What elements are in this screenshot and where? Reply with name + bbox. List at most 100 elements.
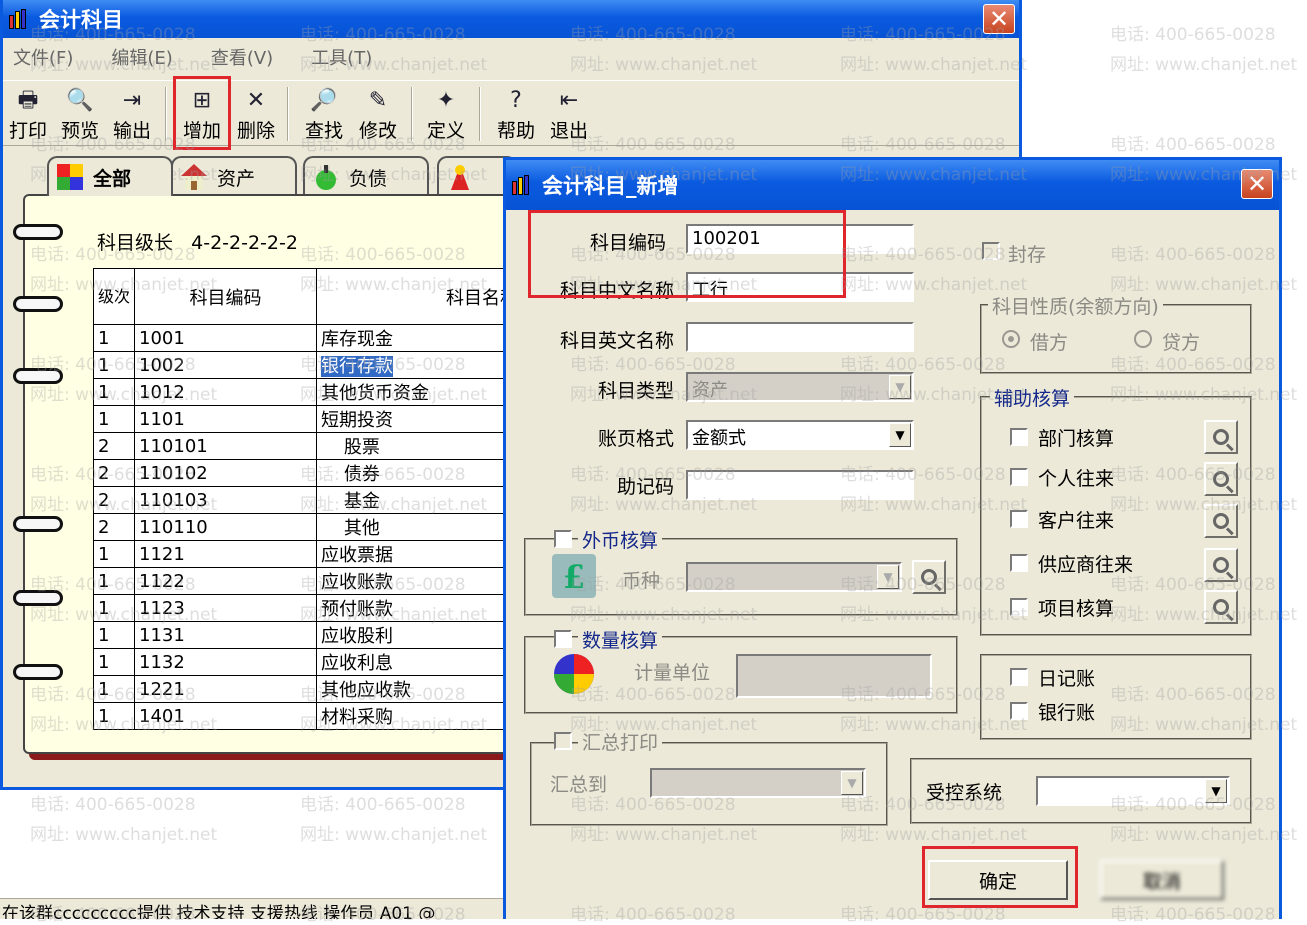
preview-icon: 🔍 xyxy=(66,88,94,113)
mnemonic-input[interactable] xyxy=(686,470,914,500)
format-select[interactable]: 金额式 ▼ xyxy=(686,420,914,450)
main-titlebar: 会计科目 ✕ xyxy=(3,0,1019,38)
summary-to-label: 汇总到 xyxy=(550,774,608,796)
summary-checkbox[interactable] xyxy=(554,732,572,750)
menu-file[interactable]: 文件(F) xyxy=(13,44,73,70)
bank-journal-checkbox[interactable] xyxy=(1010,702,1028,720)
table-row[interactable]: 1 1122 应收账款 xyxy=(92,567,523,595)
table-row[interactable]: 2 110101 股票 xyxy=(92,432,523,460)
table-cell-name: 库存现金 xyxy=(316,324,523,352)
table-row[interactable]: 1 1001 库存现金 xyxy=(92,324,523,352)
table-row[interactable]: 2 110102 债券 xyxy=(92,459,523,487)
controlled-label: 受控系统 xyxy=(926,782,1003,804)
binder-ring xyxy=(13,516,63,532)
table-row[interactable]: 2 110110 其他 xyxy=(92,513,523,541)
personal-checkbox[interactable] xyxy=(1010,468,1028,486)
menu-tools[interactable]: 工具(T) xyxy=(311,44,372,70)
delete-button[interactable]: ✕ 删除 xyxy=(231,85,281,143)
chevron-down-icon[interactable]: ▼ xyxy=(889,375,911,399)
dept-checkbox[interactable] xyxy=(1010,428,1028,446)
mnemonic-label: 助记码 xyxy=(616,476,674,498)
define-button[interactable]: ✦ 定义 xyxy=(421,85,471,143)
en-name-input[interactable] xyxy=(686,322,914,352)
credit-radio[interactable] xyxy=(1134,330,1152,348)
apple-icon xyxy=(316,165,336,190)
fx-checkbox[interactable] xyxy=(554,530,572,548)
currency-select[interactable]: ▼ xyxy=(686,562,902,592)
tab-all[interactable]: 全部 xyxy=(47,156,173,196)
sealed-checkbox[interactable] xyxy=(982,242,1000,260)
currency-search-button[interactable] xyxy=(912,560,946,594)
customer-checkbox[interactable] xyxy=(1010,510,1028,528)
edit-button[interactable]: ✎ 修改 xyxy=(353,85,403,143)
binder-ring xyxy=(13,664,63,680)
dialog-close-button[interactable]: ✕ xyxy=(1241,169,1273,199)
help-button[interactable]: ? 帮助 xyxy=(491,85,541,143)
pound-icon: £ xyxy=(552,554,596,598)
controlled-select[interactable]: ▼ xyxy=(1036,776,1230,806)
debit-radio[interactable] xyxy=(1002,330,1020,348)
menu-view[interactable]: 查看(V) xyxy=(211,44,273,70)
export-button[interactable]: ⇥ 输出 xyxy=(107,85,157,143)
dialog-titlebar: 会计科目_新增 ✕ xyxy=(506,160,1279,210)
chevron-down-icon[interactable]: ▼ xyxy=(841,771,863,795)
summary-to-select[interactable]: ▼ xyxy=(650,768,866,798)
unit-input[interactable] xyxy=(736,654,932,698)
main-close-button[interactable]: ✕ xyxy=(983,4,1015,34)
table-row[interactable]: 1 1132 应收利息 xyxy=(92,648,523,676)
col-name-header: 科目名称 xyxy=(316,268,523,325)
table-cell-code: 110101 xyxy=(134,432,318,460)
print-button[interactable]: 🖶 打印 xyxy=(3,85,53,143)
type-select[interactable]: 资产 ▼ xyxy=(686,372,914,402)
table-row[interactable]: 1 1221 其他应收款 xyxy=(92,675,523,703)
chevron-down-icon[interactable]: ▼ xyxy=(889,423,911,447)
find-icon: 🔎 xyxy=(310,88,338,113)
table-cell-name: 基金 xyxy=(316,486,523,514)
table-row[interactable]: 1 1123 预付账款 xyxy=(92,594,523,622)
table-row[interactable]: 1 1131 应收股利 xyxy=(92,621,523,649)
table-cell-level: 1 xyxy=(92,621,136,649)
table-row[interactable]: 1 1121 应收票据 xyxy=(92,540,523,568)
project-search-button[interactable] xyxy=(1204,590,1238,624)
currency-label: 币种 xyxy=(621,570,660,592)
chevron-down-icon[interactable]: ▼ xyxy=(877,565,899,589)
table-cell-level: 1 xyxy=(92,594,136,622)
cancel-button[interactable]: 取消 xyxy=(1100,860,1224,900)
table-row[interactable]: 2 110103 基金 xyxy=(92,486,523,514)
table-row[interactable]: 1 1012 其他货币资金 xyxy=(92,378,523,406)
chevron-down-icon[interactable]: ▼ xyxy=(1205,779,1227,803)
tab-liabilities[interactable]: 负债 xyxy=(303,156,429,196)
table-cell-code: 1221 xyxy=(134,675,318,703)
delete-icon: ✕ xyxy=(246,88,266,113)
menu-edit[interactable]: 编辑(E) xyxy=(111,44,172,70)
tab-assets[interactable]: 资产 xyxy=(171,156,297,196)
bank-journal-label: 银行账 xyxy=(1038,702,1096,724)
debit-label: 借方 xyxy=(1030,332,1069,354)
exit-button[interactable]: ⇤ 退出 xyxy=(544,85,594,143)
menubar: 文件(F) 编辑(E) 查看(V) 工具(T) xyxy=(3,40,1019,74)
table-row[interactable]: 1 1101 短期投资 xyxy=(92,405,523,433)
table-cell-level: 2 xyxy=(92,459,136,487)
find-button[interactable]: 🔎 查找 xyxy=(299,85,349,143)
en-name-label: 科目英文名称 xyxy=(559,330,674,352)
unit-label: 计量单位 xyxy=(633,662,710,684)
person-icon xyxy=(451,165,469,190)
table-cell-level: 1 xyxy=(92,540,136,568)
supplier-checkbox[interactable] xyxy=(1010,554,1028,572)
dept-search-button[interactable] xyxy=(1204,420,1238,454)
status-bar: 在该群ccccccccc提供 技术支持 支援热线 操作员 A01 @ xyxy=(0,898,503,919)
ok-button-highlight xyxy=(922,846,1078,908)
journal-checkbox[interactable] xyxy=(1010,668,1028,686)
qty-checkbox[interactable] xyxy=(554,630,572,648)
binder-ring xyxy=(13,590,63,606)
supplier-search-button[interactable] xyxy=(1204,548,1238,582)
customer-search-button[interactable] xyxy=(1204,504,1238,538)
preview-button[interactable]: 🔍 预览 xyxy=(55,85,105,143)
table-row[interactable]: 1 1002 银行存款 xyxy=(92,351,523,379)
table-cell-name: 其他货币资金 xyxy=(316,378,523,406)
project-checkbox[interactable] xyxy=(1010,598,1028,616)
table-cell-name: 应收利息 xyxy=(316,648,523,676)
personal-search-button[interactable] xyxy=(1204,462,1238,496)
table-row[interactable]: 1 1401 材料采购 xyxy=(92,702,523,730)
table-cell-name: 应收账款 xyxy=(316,567,523,595)
